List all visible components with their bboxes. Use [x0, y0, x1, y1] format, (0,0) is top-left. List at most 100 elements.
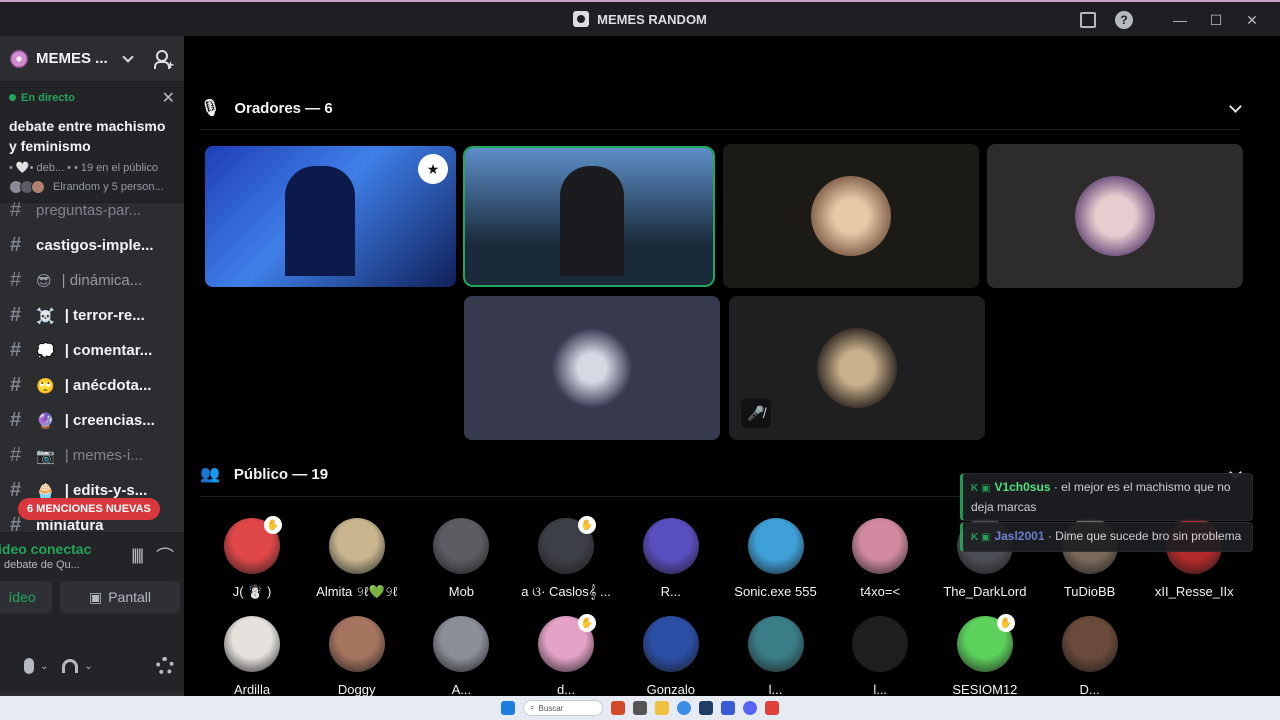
audience-member[interactable]: Ardilla: [200, 616, 304, 696]
chat-text: · Dime que sucede bro sin problema: [1044, 529, 1242, 543]
audience-member-name: a ଓ· Caslos𝄞 ...: [521, 584, 611, 599]
speaker-tile[interactable]: [464, 296, 720, 440]
audience-member[interactable]: A...: [409, 616, 513, 696]
emoji-icon: 📷: [36, 447, 55, 465]
audience-member-name: d...: [557, 682, 576, 696]
app-icon[interactable]: [633, 701, 647, 715]
add-user-icon[interactable]: +: [154, 49, 174, 72]
inbox-button[interactable]: [1070, 8, 1106, 32]
app-icon[interactable]: [611, 701, 625, 715]
gear-icon[interactable]: [156, 657, 174, 675]
audience-member[interactable]: ✋ a ଓ· Caslos𝄞 ...: [514, 516, 618, 600]
channel-item[interactable]: # 💭 | comentar...: [0, 333, 184, 368]
audience-member[interactable]: ✋ d...: [514, 614, 618, 696]
audience-member-name: l...: [768, 682, 783, 696]
server-logo-icon: [10, 49, 28, 68]
photoshop-icon[interactable]: [699, 701, 713, 715]
speaker-tile[interactable]: 🎤̸: [729, 296, 985, 440]
audience-header[interactable]: 👥 Público — 19: [200, 464, 328, 484]
audience-member-name: t4xo=<: [860, 584, 901, 599]
audience-member-name: R...: [660, 584, 681, 599]
window-controls: ? — ☐ ✕: [1070, 8, 1270, 32]
speaker-tile[interactable]: [723, 144, 979, 288]
server-header[interactable]: MEMES ... +: [0, 36, 184, 82]
channel-item[interactable]: # preguntas-par...: [0, 193, 184, 228]
hash-icon: #: [10, 374, 22, 396]
close-icon[interactable]: ✕: [162, 88, 175, 108]
audience-member[interactable]: l...: [724, 616, 828, 696]
raised-hand-icon: ✋: [578, 614, 597, 632]
live-stage-card[interactable]: En directo ✕ debate entre machismo y fem…: [0, 82, 184, 203]
stage-title: debate entre machismo y feminismo: [9, 118, 166, 154]
chevron-down-icon[interactable]: ⌄: [84, 661, 92, 672]
live-status: En directo: [9, 92, 75, 104]
audience-member-name: The_DarkLord: [943, 584, 1027, 599]
channel-item[interactable]: # 😎 | dinámica...: [0, 263, 184, 298]
hash-icon: #: [10, 444, 22, 466]
video-button[interactable]: ídeo: [0, 581, 52, 613]
voice-status[interactable]: ideo conectac: [0, 541, 91, 557]
audience-member[interactable]: Sonic.exe 555: [724, 518, 828, 599]
speaker-tile[interactable]: ★: [205, 146, 456, 287]
audience-member[interactable]: Doggy: [305, 616, 409, 696]
chevron-down-icon[interactable]: [1229, 100, 1242, 113]
hash-icon: #: [10, 339, 22, 361]
chrome-icon[interactable]: [677, 701, 691, 715]
avatar: ✋: [956, 614, 1015, 672]
avatar: [224, 616, 280, 672]
live-dot-icon: [9, 94, 16, 101]
speakers-header[interactable]: 🎙 Oradores — 6: [200, 98, 333, 118]
audience-member[interactable]: R...: [619, 518, 723, 599]
sound-wave-icon[interactable]: |||||: [131, 547, 144, 565]
avatar: [433, 518, 490, 574]
new-mentions-button[interactable]: 6 MENCIONES NUEVAS: [18, 498, 160, 520]
screen-share-button[interactable]: ▣ Pantall: [60, 581, 180, 613]
audience-member[interactable]: Gonzalo: [619, 616, 723, 696]
speaker-tile[interactable]: [987, 144, 1243, 288]
channel-item[interactable]: # castigos-imple...: [0, 228, 184, 263]
avatar: [1075, 176, 1155, 256]
audience-member[interactable]: l...: [828, 616, 932, 696]
audience-member[interactable]: ✋ J( ☃️ ): [200, 516, 304, 600]
stage-main: 🎙 Oradores — 6 ★ 🎤̸ 👥 Público — 19 ✋ J( ☃…: [184, 36, 1280, 696]
channel-item[interactable]: # 📷 | memes-i...: [0, 438, 184, 473]
voice-channel-name[interactable]: debate de Qu...: [4, 559, 91, 571]
audience-member-name: Doggy: [337, 682, 376, 696]
hash-icon: #: [10, 199, 22, 221]
discord-icon[interactable]: [743, 701, 757, 715]
disconnect-icon[interactable]: ⌒: [156, 543, 174, 569]
channel-item[interactable]: # ☠️ | terror-re...: [0, 298, 184, 333]
minimize-button[interactable]: —: [1162, 8, 1198, 32]
windows-start-icon[interactable]: [501, 701, 515, 715]
headphones-icon[interactable]: [62, 659, 79, 673]
speaker-tile[interactable]: [463, 146, 715, 287]
avatar: [433, 616, 490, 672]
chevron-down-icon[interactable]: ⌄: [40, 661, 48, 672]
audience-member[interactable]: ✋ SESIOM12: [933, 614, 1037, 696]
audience-member[interactable]: Mob: [409, 518, 513, 599]
avatar: [328, 616, 385, 672]
channel-item[interactable]: # 🙄 | anécdota...: [0, 368, 184, 403]
audience-member[interactable]: Almita 𝟿ℓ💚𝟿ℓ: [305, 518, 409, 600]
chat-message[interactable]: K ▣ V1ch0sus · el mejor es el machismo qu…: [960, 473, 1253, 521]
audience-member-name: J( ☃️ ): [232, 584, 272, 599]
hash-icon: #: [10, 304, 22, 326]
app-icon[interactable]: [765, 701, 779, 715]
taskbar-search[interactable]: ⌕ Buscar: [523, 700, 603, 716]
close-button[interactable]: ✕: [1234, 8, 1270, 32]
channel-item[interactable]: # 🔮 | creencias...: [0, 403, 184, 438]
stage-people: Elrandom y 5 person...: [9, 180, 175, 194]
microphone-icon[interactable]: [24, 658, 34, 674]
app-icon[interactable]: [721, 701, 735, 715]
channel-list: # preguntas-par... # castigos-imple... # 😎 |…: [0, 193, 184, 543]
video-feed: [285, 166, 355, 276]
audience-member[interactable]: D...: [1038, 616, 1142, 696]
chat-message[interactable]: K ▣ Jasl2001 · Dime que sucede bro sin pr…: [960, 522, 1253, 552]
help-button[interactable]: ?: [1106, 8, 1142, 32]
maximize-button[interactable]: ☐: [1198, 8, 1234, 32]
audience-title: Público — 19: [233, 465, 329, 483]
emoji-icon: ☠️: [36, 307, 55, 325]
audience-member[interactable]: t4xo=<: [828, 518, 932, 599]
folder-icon[interactable]: [655, 701, 669, 715]
stage-people-label: Elrandom y 5 person...: [53, 181, 164, 193]
